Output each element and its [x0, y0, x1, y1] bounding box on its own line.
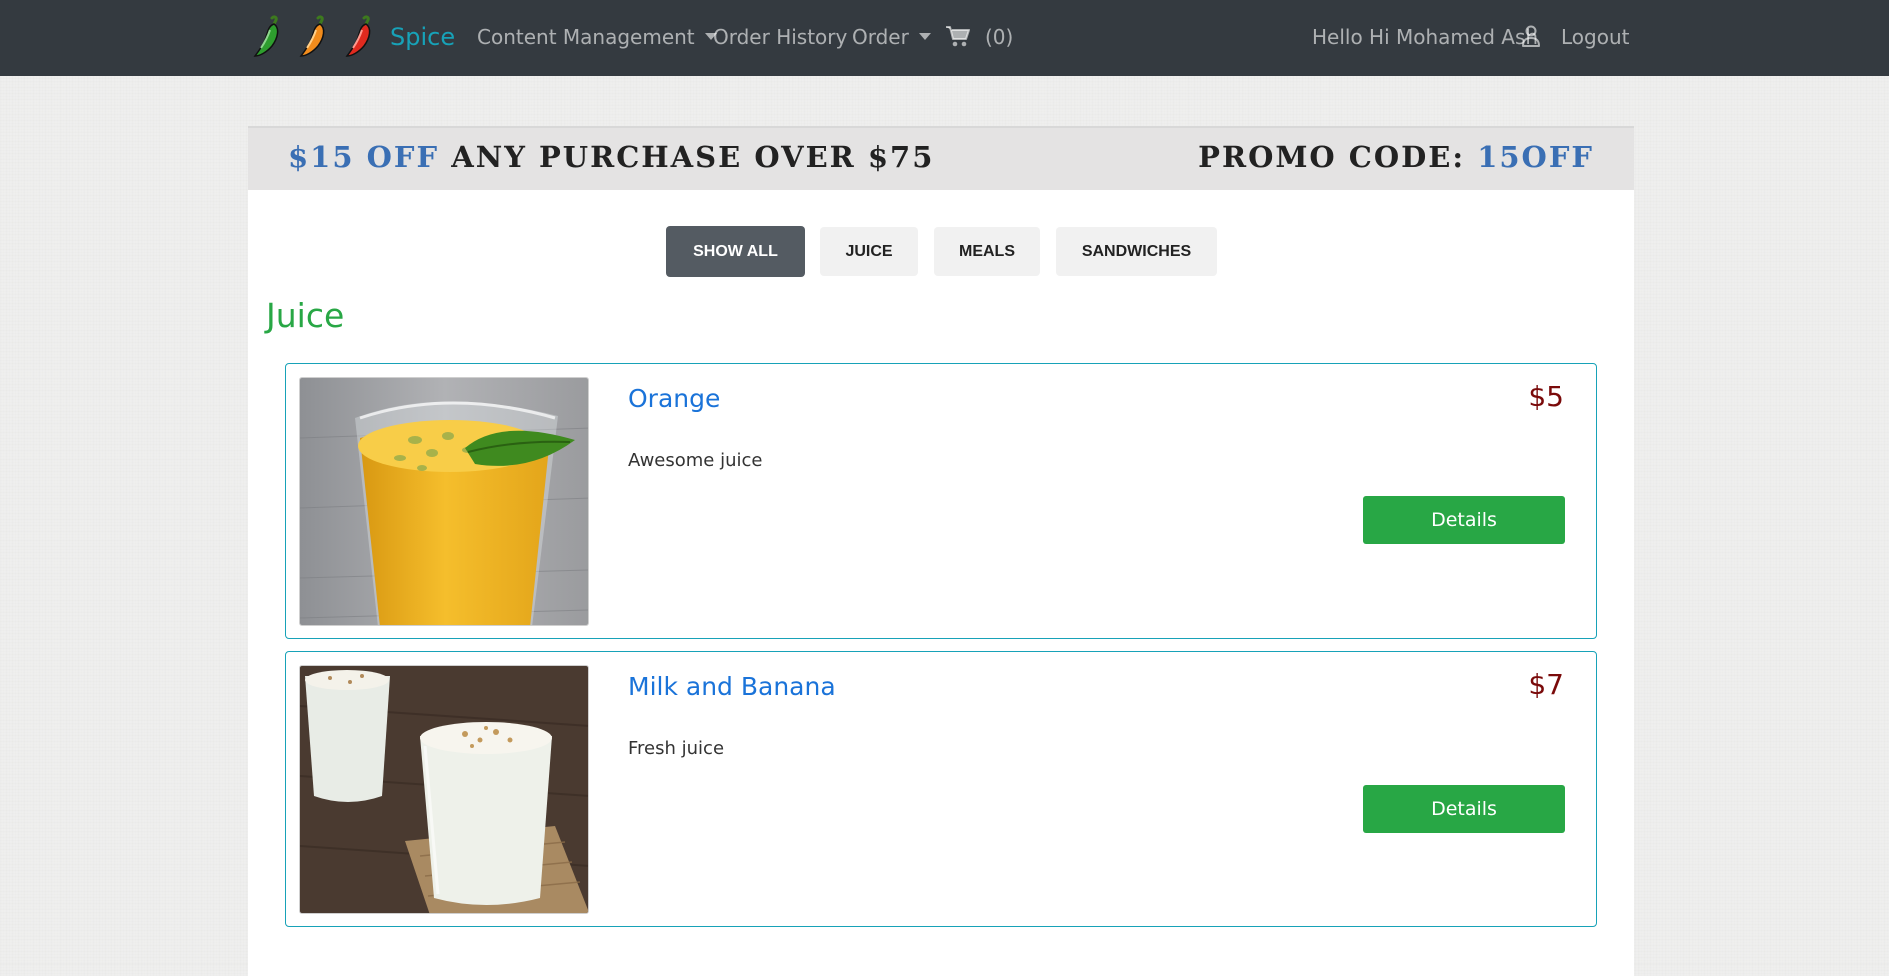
- item-price: $5: [1528, 380, 1564, 413]
- nav-order-history[interactable]: Order History: [713, 24, 847, 50]
- cart-icon[interactable]: [946, 25, 970, 47]
- main-container: $15 off any purchase over $75 Promo code…: [248, 126, 1634, 976]
- item-image: [299, 377, 589, 626]
- category-title: Juice: [266, 296, 345, 335]
- details-button[interactable]: Details: [1363, 785, 1565, 833]
- nav-content-management[interactable]: Content Management: [477, 24, 717, 50]
- filter-sandwiches[interactable]: Sandwiches: [1056, 227, 1217, 276]
- user-greeting[interactable]: Hello Hi Mohamed Ash: [1312, 24, 1538, 50]
- mango-juice-image: [300, 378, 588, 625]
- logout-link[interactable]: Logout: [1561, 24, 1629, 50]
- item-description: Fresh juice: [628, 738, 725, 759]
- pepper-red-icon: [345, 15, 371, 57]
- user-icon: [1522, 25, 1540, 47]
- item-image: [299, 665, 589, 914]
- pepper-green-icon: [253, 15, 279, 57]
- nav-order[interactable]: Order: [852, 24, 931, 50]
- item-price: $7: [1528, 668, 1564, 701]
- brand-link[interactable]: Spice: [250, 12, 455, 62]
- promo-banner: $15 off any purchase over $75 Promo code…: [248, 126, 1634, 190]
- menu-item-card: Orange $5 Awesome juice Details: [285, 363, 1597, 639]
- promo-code: Promo code: 15off: [1198, 140, 1594, 174]
- caret-down-icon: [918, 33, 931, 40]
- filter-juice[interactable]: Juice: [820, 227, 918, 276]
- brand-name: Spice: [390, 23, 456, 51]
- milk-banana-image: [300, 666, 588, 913]
- filter-show-all[interactable]: Show All: [666, 226, 805, 277]
- cart-count[interactable]: (0): [985, 24, 1013, 50]
- navbar: Spice Content Management Order History O…: [0, 0, 1889, 76]
- nav-order-label: Order: [852, 25, 909, 49]
- item-name[interactable]: Orange: [628, 384, 720, 413]
- item-name[interactable]: Milk and Banana: [628, 672, 836, 701]
- menu-item-card: Milk and Banana $7 Fresh juice Details: [285, 651, 1597, 927]
- filter-meals[interactable]: Meals: [934, 227, 1040, 276]
- promo-code-value: 15off: [1477, 140, 1594, 174]
- promo-offer-highlight: $15 off: [288, 140, 440, 174]
- pepper-orange-icon: [299, 15, 325, 57]
- details-button[interactable]: Details: [1363, 496, 1565, 544]
- nav-content-management-label: Content Management: [477, 25, 695, 49]
- item-description: Awesome juice: [628, 450, 763, 471]
- promo-offer-text: any purchase over $75: [451, 140, 935, 174]
- promo-offer: $15 off any purchase over $75: [288, 140, 934, 174]
- promo-code-label: Promo code:: [1198, 140, 1466, 174]
